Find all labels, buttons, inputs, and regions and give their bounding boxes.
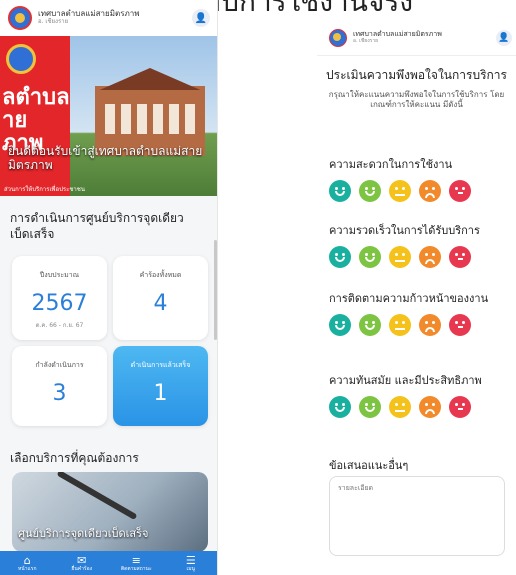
bottom-nav: ⌂ หน้าแรก ✉ ยื่นคำร้อง ≡ ติดตามสถานะ ☰ เ… (0, 551, 218, 575)
question-modernity: ความทันสมัย และมีประสิทธิภาพ (329, 374, 513, 419)
nav-track-status[interactable]: ≡ ติดตามสถานะ (109, 551, 164, 575)
user-profile-icon[interactable]: 👤 (496, 29, 512, 46)
org-district: อ. เชียงราย (353, 37, 379, 44)
unsatisfied-face-icon[interactable] (419, 314, 441, 337)
very-satisfied-face-icon[interactable] (329, 396, 351, 419)
fiscal-year-card[interactable]: ปีงบประมาณ 2567 ต.ค. 66 - ก.ย. 67 (12, 256, 107, 340)
crest-icon (6, 44, 36, 74)
satisfied-face-icon[interactable] (359, 246, 381, 269)
pen-image (56, 472, 138, 521)
user-profile-icon[interactable]: 👤 (192, 9, 210, 27)
question-convenience: ความสะดวกในการใช้งาน (329, 158, 513, 203)
nav-submit-request[interactable]: ✉ ยื่นคำร้อง (55, 551, 110, 575)
in-progress-card[interactable]: กำลังดำเนินการ 3 (12, 346, 107, 426)
unsatisfied-face-icon[interactable] (419, 246, 441, 269)
stats-section-title: การดำเนินการศูนย์บริการจุดเดียวเบ็ดเสร็จ (10, 211, 184, 242)
home-icon: ⌂ (23, 553, 31, 567)
in-progress-value: 3 (52, 381, 67, 406)
rating-faces (329, 180, 513, 203)
stack-icon: ≡ (131, 553, 141, 567)
very-unsatisfied-face-icon[interactable] (449, 246, 471, 269)
survey-title: ประเมินความพึงพอใจในการบริการ (326, 68, 507, 82)
app-header: เทศบาลตำบลแม่สายมิตรภาพ อ. เชียงราย 👤 (0, 0, 217, 36)
neutral-face-icon[interactable] (389, 246, 411, 269)
question-speed: ความรวดเร็วในการได้รับบริการ (329, 224, 513, 269)
very-unsatisfied-face-icon[interactable] (449, 314, 471, 337)
rating-faces (329, 314, 513, 337)
services-section-title: เลือกบริการที่คุณต้องการ (10, 451, 139, 465)
survey-screen: เทศบาลตำบลแม่สายมิตรภาพ อ. เชียงราย 👤 ปร… (317, 20, 516, 575)
org-district: อ. เชียงราย (38, 18, 69, 26)
completed-card[interactable]: ดำเนินการแล้วเสร็จ 1 (113, 346, 208, 426)
satisfied-face-icon[interactable] (359, 180, 381, 203)
rating-faces (329, 396, 513, 419)
suggestion-textarea[interactable] (329, 476, 505, 556)
very-satisfied-face-icon[interactable] (329, 314, 351, 337)
service-label: ศูนย์บริการจุดเดียวเบ็ดเสร็จ (18, 527, 149, 540)
very-satisfied-face-icon[interactable] (329, 246, 351, 269)
home-screen: เทศบาลตำบลแม่สายมิตรภาพ อ. เชียงราย 👤 ลต… (0, 0, 218, 575)
municipality-logo-icon (329, 28, 347, 47)
menu-icon: ☰ (185, 553, 196, 567)
survey-instructions: กรุณาให้คะแนนความพึงพอใจในการใช้บริการ โ… (328, 89, 505, 109)
neutral-face-icon[interactable] (389, 180, 411, 203)
nav-home[interactable]: ⌂ หน้าแรก (0, 551, 55, 575)
hero-caption: ยินดีต้อนรับเข้าสู่เทศบาลตำบลแม่สายมิตรภ… (8, 144, 203, 173)
neutral-face-icon[interactable] (389, 396, 411, 419)
very-satisfied-face-icon[interactable] (329, 180, 351, 203)
hero-small-text: ส่วนการให้บริการเพื่อประชาชน (4, 186, 85, 193)
app-header: เทศบาลตำบลแม่สายมิตรภาพ อ. เชียงราย 👤 (317, 20, 516, 56)
chat-icon: ✉ (77, 553, 87, 567)
very-unsatisfied-face-icon[interactable] (449, 180, 471, 203)
question-tracking: การติดตามความก้าวหน้าของงาน (329, 292, 513, 337)
total-requests-value: 4 (153, 291, 168, 316)
total-requests-card[interactable]: คำร้องทั้งหมด 4 (113, 256, 208, 340)
one-stop-service-card[interactable]: ศูนย์บริการจุดเดียวเบ็ดเสร็จ (12, 472, 208, 552)
neutral-face-icon[interactable] (389, 314, 411, 337)
unsatisfied-face-icon[interactable] (419, 396, 441, 419)
suggestion-label: ข้อเสนอแนะอื่นๆ (329, 459, 409, 472)
rating-faces (329, 246, 513, 269)
nav-menu[interactable]: ☰ เมนู (164, 551, 218, 575)
municipality-logo-icon (8, 6, 32, 30)
scrollbar[interactable] (214, 240, 217, 340)
completed-value: 1 (153, 381, 168, 406)
fiscal-year-value: 2567 (31, 291, 88, 316)
satisfied-face-icon[interactable] (359, 314, 381, 337)
unsatisfied-face-icon[interactable] (419, 180, 441, 203)
hero-banner[interactable]: ลตำบล าย ภาพ ยินดีต้อนรับเข้าสู่เทศบาลตำ… (0, 36, 217, 196)
very-unsatisfied-face-icon[interactable] (449, 396, 471, 419)
satisfied-face-icon[interactable] (359, 396, 381, 419)
